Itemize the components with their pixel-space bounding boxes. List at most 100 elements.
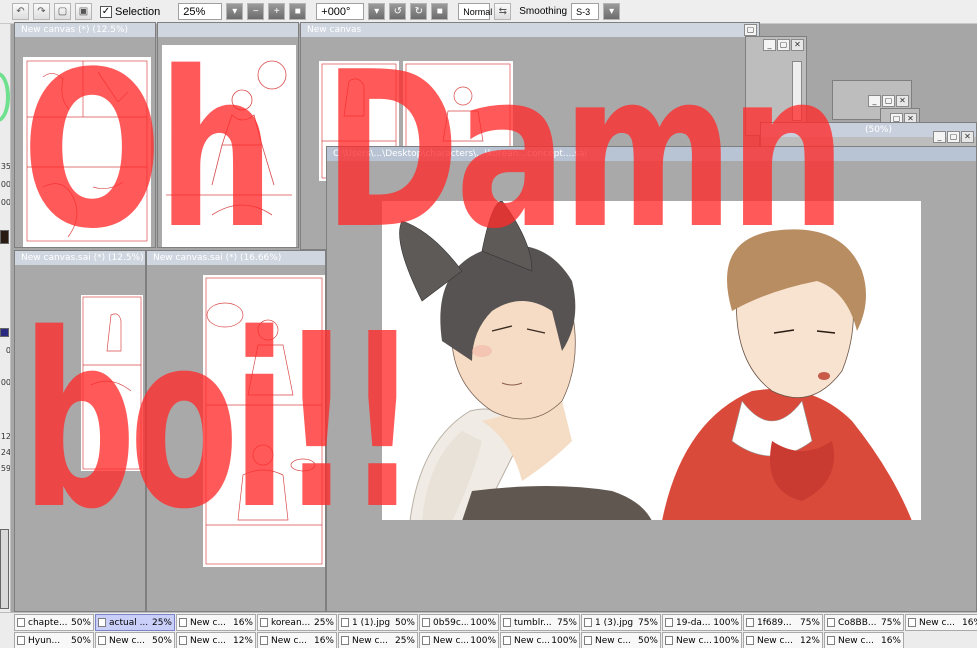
document-tab[interactable]: New c... 50% [95, 632, 175, 648]
tab-name: chapte... [28, 617, 68, 628]
undo-icon[interactable]: ↶ [12, 3, 29, 20]
canvas-area[interactable] [15, 265, 145, 611]
document-icon [908, 618, 916, 627]
document-tab[interactable]: 1 (1).jpg 50% [338, 614, 418, 631]
zoom-dropdown-icon[interactable]: ▾ [226, 3, 244, 20]
document-tab[interactable]: chapte... 50% [14, 614, 94, 631]
canvas-area[interactable] [158, 37, 298, 247]
document-tab[interactable]: 1 (3).jpg 75% [581, 614, 661, 631]
tab-zoom: 50% [151, 635, 172, 646]
color-swatch[interactable] [0, 328, 9, 337]
maximize-icon[interactable]: ▢ [947, 131, 960, 143]
tab-name: New c... [757, 635, 794, 646]
document-tab-selected[interactable]: actual ... 25% [95, 614, 175, 631]
rotation-dropdown-icon[interactable]: ▾ [368, 3, 386, 20]
document-tab[interactable]: New c... 16% [176, 614, 256, 631]
tab-zoom: 50% [70, 635, 91, 646]
window-controls: _ ▢ ✕ [763, 39, 804, 51]
document-tab[interactable]: New c... 12% [743, 632, 823, 648]
document-tab[interactable]: New c... 12% [176, 632, 256, 648]
tab-name: New c... [595, 635, 632, 646]
canvas-area[interactable] [15, 37, 155, 247]
document-icon [584, 618, 592, 627]
document-tab[interactable]: New c... 100% [662, 632, 742, 648]
tab-name: New c... [676, 635, 712, 646]
tab-zoom: 16% [961, 617, 977, 628]
close-icon[interactable]: ✕ [896, 95, 909, 107]
tab-zoom: 50% [394, 617, 415, 628]
document-icon [98, 618, 106, 627]
canvas-window-story-bottom[interactable]: New canvas.sai (*) (12.5%) [14, 250, 146, 612]
rotate-ccw-icon[interactable]: ↺ [389, 3, 407, 20]
canvas-area[interactable] [327, 161, 976, 611]
restore-icon[interactable]: ▢ [744, 24, 757, 36]
window-controls: _ ▢ ✕ [868, 95, 909, 107]
paint-tool-sai-window: ↶ ↷ ▢ ▣ ✓ Selection 25% ▾ − + ■ +000° ▾ … [0, 0, 977, 648]
tab-name: 0b59c... [433, 617, 469, 628]
zoom-reset-icon[interactable]: ■ [289, 3, 307, 20]
canvas-area[interactable] [147, 265, 325, 611]
close-icon[interactable]: ✕ [791, 39, 804, 51]
minimize-icon[interactable]: _ [868, 95, 881, 107]
document-tab[interactable]: New c... 16% [257, 632, 337, 648]
minimize-icon[interactable]: _ [763, 39, 776, 51]
zoom-out-icon[interactable]: − [247, 3, 265, 20]
document-tab[interactable]: korean... 25% [257, 614, 337, 631]
document-tab[interactable]: New c... 50% [581, 632, 661, 648]
document-icon [17, 636, 25, 645]
blend-mode-field[interactable]: Normal [458, 3, 492, 20]
document-tab[interactable]: Co8BB... 75% [824, 614, 904, 631]
rotate-cw-icon[interactable]: ↻ [410, 3, 428, 20]
document-tab[interactable]: New c... 25% [338, 632, 418, 648]
foreground-color-swatch[interactable] [0, 230, 9, 244]
tab-zoom: 75% [556, 617, 577, 628]
scrollbar[interactable] [792, 61, 802, 121]
redo-icon[interactable]: ↷ [33, 3, 50, 20]
document-tab[interactable]: New c... 16% [905, 614, 977, 631]
smoothing-field[interactable]: S-3 [571, 3, 600, 20]
document-tab[interactable]: 0b59c... 100% [419, 614, 499, 631]
minimize-icon[interactable]: _ [933, 131, 946, 143]
zoom-in-icon[interactable]: + [268, 3, 286, 20]
canvas-window-canvas-bottom[interactable]: New canvas.sai (*) (16.66%) [146, 250, 326, 612]
maximize-icon[interactable]: ▢ [882, 95, 895, 107]
panel-number: 0 [5, 346, 11, 355]
smoothing-label: Smoothing [519, 6, 568, 17]
invert-selection-icon[interactable]: ▣ [75, 3, 92, 20]
document-tab[interactable]: tumblr... 75% [500, 614, 580, 631]
close-icon[interactable]: ✕ [961, 131, 974, 143]
maximize-icon[interactable]: ▢ [777, 39, 790, 51]
flip-icon[interactable]: ⇆ [494, 3, 512, 20]
selection-checkbox[interactable]: ✓ [100, 5, 112, 18]
canvas-window-main[interactable]: C:\Users\...\Desktop\characters\...\kore… [326, 146, 977, 612]
document-tab-bar: chapte... 50% actual ... 25% New c... 16% k… [0, 612, 977, 648]
tab-zoom: 100% [713, 617, 739, 628]
canvas-window-stacked-1[interactable]: _ ▢ ✕ [745, 36, 807, 136]
document-icon [503, 636, 511, 645]
document-tab[interactable]: New c... 100% [419, 632, 499, 648]
smoothing-dropdown-icon[interactable]: ▾ [603, 3, 621, 20]
tab-name: 1 (1).jpg [352, 617, 391, 628]
zoom-field[interactable]: 25% [178, 3, 223, 20]
panel-number: 24 [0, 448, 11, 457]
canvas-window-character-sketch[interactable] [157, 22, 299, 248]
document-tab[interactable]: New c... 16% [824, 632, 904, 648]
deselect-icon[interactable]: ▢ [54, 3, 71, 20]
color-wheel-icon[interactable] [0, 72, 10, 122]
document-tab[interactable]: Hyun... 50% [14, 632, 94, 648]
document-icon [827, 618, 835, 627]
selection-label: Selection [115, 5, 161, 18]
tab-zoom: 100% [470, 635, 496, 646]
canvas-window-storyboard[interactable]: New canvas (*) (12.5%) [14, 22, 156, 248]
selection-toggle[interactable]: ✓ Selection [100, 5, 161, 18]
canvas-paper [162, 45, 296, 247]
document-tab[interactable]: 1f689... 75% [743, 614, 823, 631]
document-tab[interactable]: New c... 100% [500, 632, 580, 648]
window-title: C:\Users\...\Desktop\characters\...\kore… [327, 147, 976, 161]
tab-zoom: 25% [313, 617, 334, 628]
document-icon [98, 636, 106, 645]
panel-number: 35 [0, 162, 11, 171]
rotation-reset-icon[interactable]: ■ [431, 3, 449, 20]
rotation-field[interactable]: +000° [316, 3, 365, 20]
document-tab[interactable]: 19-da... 100% [662, 614, 742, 631]
